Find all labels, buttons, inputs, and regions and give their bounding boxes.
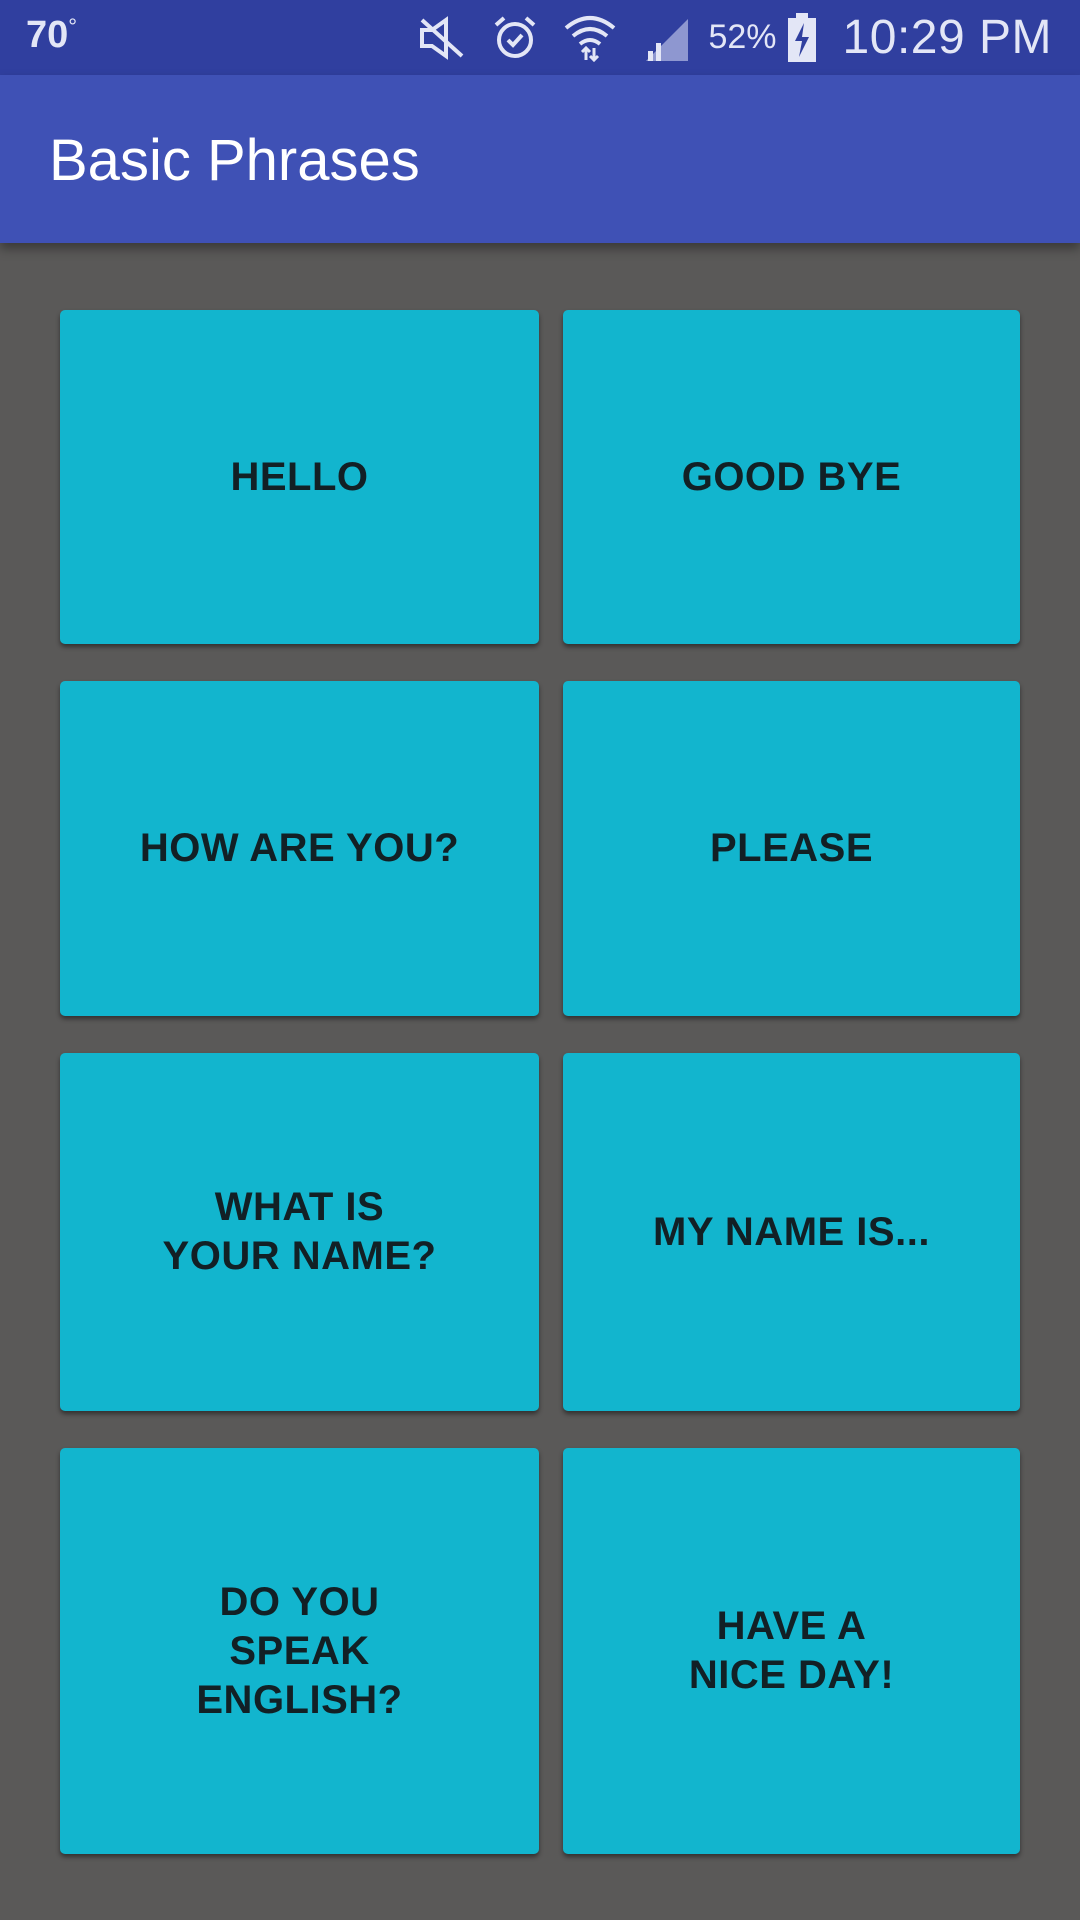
phrase-tile-my-name-is[interactable]: MY NAME IS... <box>563 1053 1020 1411</box>
phrase-tile-please[interactable]: PLEASE <box>563 681 1020 1016</box>
page-title: Basic Phrases <box>49 128 420 193</box>
phrase-tile-good-bye[interactable]: GOOD BYE <box>563 310 1020 644</box>
phrase-label: WHAT IS YOUR NAME? <box>162 1185 437 1278</box>
phrase-label: PLEASE <box>709 826 874 870</box>
phrase-label: MY NAME IS... <box>653 1209 930 1254</box>
phrase-label: DO YOU SPEAK ENGLISH? <box>196 1579 403 1722</box>
phrase-tile-do-you-speak-english[interactable]: DO YOU SPEAK ENGLISH? <box>60 1448 539 1854</box>
phrase-label: HELLO <box>230 454 369 499</box>
app-bar: Basic Phrases <box>0 75 1080 243</box>
phrase-tile-what-is-your-name[interactable]: WHAT IS YOUR NAME? <box>60 1053 539 1411</box>
phrase-tile-how-are-you[interactable]: HOW ARE YOU? <box>60 681 539 1016</box>
phrase-label: HAVE A NICE DAY! <box>688 1604 895 1697</box>
phrase-label: HOW ARE YOU? <box>139 826 460 870</box>
phrase-tile-have-a-nice-day[interactable]: HAVE A NICE DAY! <box>563 1448 1020 1854</box>
phrase-grid: HELLO GOOD BYE HOW ARE YOU? PLEASE WHAT … <box>0 0 1080 1920</box>
phrase-label: GOOD BYE <box>681 454 902 499</box>
phrase-tile-hello[interactable]: HELLO <box>60 310 539 644</box>
